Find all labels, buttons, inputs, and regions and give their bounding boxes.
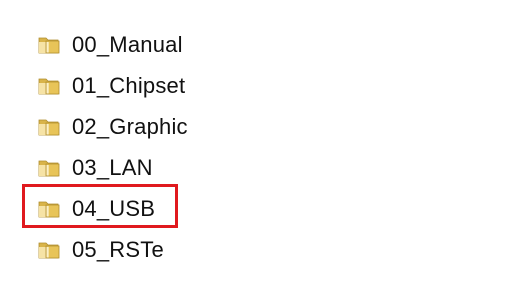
folder-item-00-manual[interactable]: 00_Manual xyxy=(36,24,396,65)
folder-item-01-chipset[interactable]: 01_Chipset xyxy=(36,65,396,106)
folder-label: 01_Chipset xyxy=(72,72,186,98)
folder-icon xyxy=(38,78,60,94)
folder-label: 00_Manual xyxy=(72,31,183,57)
folder-icon xyxy=(38,37,60,53)
folder-list: 00_Manual 01_Chipset 02_Graphic 03_LAN 0… xyxy=(36,24,396,270)
folder-icon xyxy=(38,119,60,135)
folder-icon xyxy=(38,242,60,258)
folder-item-02-graphic[interactable]: 02_Graphic xyxy=(36,106,396,147)
folder-item-04-usb[interactable]: 04_USB xyxy=(36,188,396,229)
folder-icon xyxy=(38,160,60,176)
folder-item-03-lan[interactable]: 03_LAN xyxy=(36,147,396,188)
folder-icon xyxy=(38,201,60,217)
folder-label: 05_RSTe xyxy=(72,236,164,262)
folder-label: 04_USB xyxy=(72,195,156,221)
folder-label: 03_LAN xyxy=(72,154,153,180)
folder-label: 02_Graphic xyxy=(72,113,188,139)
folder-item-05-rste[interactable]: 05_RSTe xyxy=(36,229,396,270)
